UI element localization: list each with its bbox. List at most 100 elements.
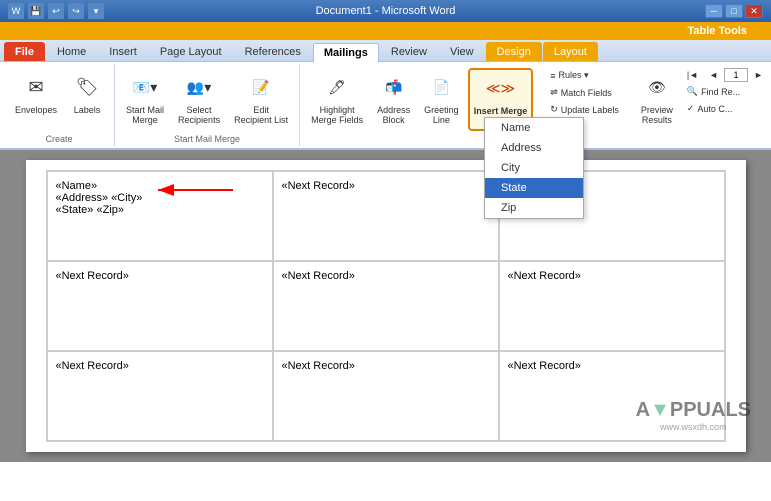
dropdown-item-zip[interactable]: Zip xyxy=(485,198,583,218)
tab-insert[interactable]: Insert xyxy=(98,42,148,61)
next-record-2-0: «Next Record» xyxy=(56,360,264,372)
merge-field-state-zip: «State» «Zip» xyxy=(56,204,264,216)
envelopes-icon: ✉ xyxy=(20,71,52,103)
dropdown-item-state[interactable]: State xyxy=(485,178,583,198)
ribbon-group-create: ✉ Envelopes 🏷 Labels Create xyxy=(4,64,115,146)
greeting-line-button[interactable]: 📄 GreetingLine xyxy=(419,68,464,128)
tab-mailings[interactable]: Mailings xyxy=(313,43,379,62)
watermark-url: www.wsxdh.com xyxy=(636,422,751,432)
tab-design[interactable]: Design xyxy=(486,42,542,61)
word-icon: W xyxy=(8,3,24,19)
rules-button[interactable]: ≡ Rules ▾ xyxy=(545,68,624,83)
redo-icon[interactable]: ↪ xyxy=(68,3,84,19)
undo-icon[interactable]: ↩ xyxy=(48,3,64,19)
labels-label: Labels xyxy=(74,105,101,115)
label-cell-2-0: «Next Record» xyxy=(47,351,273,441)
right-small-buttons: ≡ Rules ▾ ⇌ Match Fields ↻ Update Labels xyxy=(545,68,624,117)
envelopes-button[interactable]: ✉ Envelopes xyxy=(10,68,62,118)
address-block-label: AddressBlock xyxy=(377,105,410,125)
create-buttons: ✉ Envelopes 🏷 Labels xyxy=(10,66,108,132)
insert-merge-field-icon: ≪≫ xyxy=(484,72,516,104)
preview-results-button[interactable]: 👁 PreviewResults xyxy=(636,68,678,128)
ribbon-tabs: File Home Insert Page Layout References … xyxy=(0,40,771,62)
auto-check-button[interactable]: ✓ Auto C... xyxy=(682,101,771,116)
first-record-button[interactable]: |◄ xyxy=(682,68,703,82)
greeting-line-icon: 📄 xyxy=(425,71,457,103)
labels-icon: 🏷 xyxy=(71,71,103,103)
label-cell-1-2: «Next Record» xyxy=(499,261,725,351)
match-fields-button[interactable]: ⇌ Match Fields xyxy=(545,85,624,100)
watermark: A▼PPUALS www.wsxdh.com xyxy=(636,399,751,432)
rules-label: Rules ▾ xyxy=(559,70,589,81)
close-button[interactable]: ✕ xyxy=(745,4,763,18)
customize-icon[interactable]: ▾ xyxy=(88,3,104,19)
find-icon: 🔍 xyxy=(687,86,698,97)
next-record-1-1: «Next Record» xyxy=(282,270,490,282)
edit-recipient-list-label: EditRecipient List xyxy=(234,105,288,125)
dropdown-item-city[interactable]: City xyxy=(485,158,583,178)
edit-recipient-list-button[interactable]: 📝 EditRecipient List xyxy=(229,68,293,128)
tab-review[interactable]: Review xyxy=(380,42,438,61)
auto-check-label: Auto C... xyxy=(697,104,732,114)
auto-check-icon: ✓ xyxy=(687,103,695,114)
ribbon-group-start-mail-merge: 📧▾ Start MailMerge 👥▾ SelectRecipients 📝… xyxy=(115,64,300,146)
highlight-merge-fields-button[interactable]: 🖊 HighlightMerge Fields xyxy=(306,68,368,128)
start-mail-merge-icon: 📧▾ xyxy=(129,71,161,103)
minimize-button[interactable]: ─ xyxy=(705,4,723,18)
tab-home[interactable]: Home xyxy=(46,42,97,61)
rules-icon: ≡ xyxy=(550,71,555,81)
label-cell-1-1: «Next Record» xyxy=(273,261,499,351)
next-record-1-2: «Next Record» xyxy=(508,270,716,282)
next-record-2-1: «Next Record» xyxy=(282,360,490,372)
nav-buttons: |◄ ◄ ► ►| 🔍 Find Re... ✓ Auto C... xyxy=(682,68,771,116)
window-title: Document1 - Microsoft Word xyxy=(316,5,456,17)
next-record-0-1: «Next Record» xyxy=(282,180,490,192)
table-tools-bar: Table Tools xyxy=(0,22,771,40)
label-cell-2-1: «Next Record» xyxy=(273,351,499,441)
next-record-2-2: «Next Record» xyxy=(508,360,716,372)
quick-access-toolbar: W 💾 ↩ ↪ ▾ xyxy=(8,3,104,19)
start-mail-merge-label: Start MailMerge xyxy=(126,105,164,125)
prev-record-button[interactable]: ◄ xyxy=(704,68,723,82)
save-icon[interactable]: 💾 xyxy=(28,3,44,19)
tab-view[interactable]: View xyxy=(439,42,485,61)
tab-page-layout[interactable]: Page Layout xyxy=(149,42,233,61)
tab-references[interactable]: References xyxy=(234,42,312,61)
ribbon: ✉ Envelopes 🏷 Labels Create 📧▾ Start Mai… xyxy=(0,62,771,150)
highlight-merge-fields-icon: 🖊 xyxy=(321,71,353,103)
address-block-button[interactable]: 📬 AddressBlock xyxy=(372,68,415,128)
labels-button[interactable]: 🏷 Labels xyxy=(66,68,108,118)
start-mail-merge-button[interactable]: 📧▾ Start MailMerge xyxy=(121,68,169,128)
update-labels-button[interactable]: ↻ Update Labels xyxy=(545,102,624,117)
select-recipients-button[interactable]: 👥▾ SelectRecipients xyxy=(173,68,225,128)
start-mail-merge-buttons: 📧▾ Start MailMerge 👥▾ SelectRecipients 📝… xyxy=(121,66,293,132)
start-mail-merge-label: Start Mail Merge xyxy=(174,132,240,144)
preview-results-label: PreviewResults xyxy=(641,105,673,125)
record-nav: |◄ ◄ ► ►| xyxy=(682,68,771,82)
label-grid: «Name» «Address» «City» «State» «Zip» «N… xyxy=(46,170,726,442)
select-recipients-icon: 👥▾ xyxy=(183,71,215,103)
greeting-line-label: GreetingLine xyxy=(424,105,459,125)
record-number-input[interactable] xyxy=(724,68,748,82)
tab-file[interactable]: File xyxy=(4,42,45,61)
label-cell-0-1: «Next Record» xyxy=(273,171,499,261)
label-cell-0-0: «Name» «Address» «City» «State» «Zip» xyxy=(47,171,273,261)
next-record-1-0: «Next Record» xyxy=(56,270,264,282)
tab-layout[interactable]: Layout xyxy=(543,42,598,61)
next-record-button[interactable]: ► xyxy=(749,68,768,82)
match-fields-icon: ⇌ xyxy=(550,87,558,98)
dropdown-item-name[interactable]: Name xyxy=(485,118,583,138)
edit-recipient-list-icon: 📝 xyxy=(245,71,277,103)
watermark-logo: A▼PPUALS xyxy=(636,399,751,422)
select-recipients-label: SelectRecipients xyxy=(178,105,220,125)
update-labels-label: Update Labels xyxy=(561,105,619,115)
insert-merge-field-dropdown: Name Address City State Zip xyxy=(484,117,584,219)
maximize-button[interactable]: □ xyxy=(725,4,743,18)
red-arrow xyxy=(148,180,238,200)
table-tools-label: Table Tools xyxy=(676,23,760,39)
find-recipient-button[interactable]: 🔍 Find Re... xyxy=(682,84,771,99)
update-labels-icon: ↻ xyxy=(550,104,558,115)
label-cell-1-0: «Next Record» xyxy=(47,261,273,351)
address-block-icon: 📬 xyxy=(378,71,410,103)
dropdown-item-address[interactable]: Address xyxy=(485,138,583,158)
